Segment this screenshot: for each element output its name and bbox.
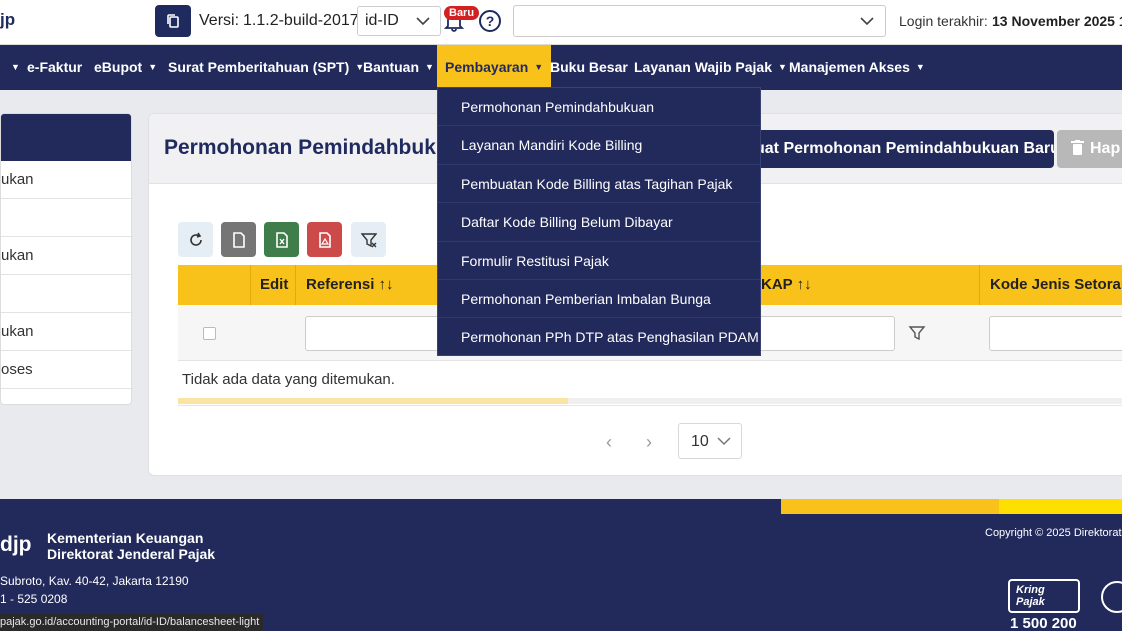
version-label: Versi: bbox=[199, 12, 240, 29]
delete-button[interactable]: Hap bbox=[1057, 130, 1122, 168]
col-edit: Edit bbox=[260, 276, 289, 293]
footer-phone: 1 - 525 0208 bbox=[0, 592, 68, 606]
top-bar: jp Versi: 1.1.2-build-2017 id-ID Baru ? … bbox=[0, 0, 1122, 45]
select-all-checkbox[interactable] bbox=[203, 327, 216, 340]
scrollbar-thumb[interactable] bbox=[178, 398, 568, 404]
clear-filter-button[interactable] bbox=[351, 222, 386, 257]
excel-icon bbox=[275, 231, 288, 248]
col-kap[interactable]: KAP ↑↓ bbox=[761, 265, 812, 305]
footer-accent-strip bbox=[999, 499, 1122, 514]
page-size-value: 10 bbox=[691, 433, 709, 450]
filter-clear-icon bbox=[360, 232, 377, 247]
menu-item-formulir-restitusi[interactable]: Formulir Restitusi Pajak bbox=[438, 242, 760, 280]
new-request-button[interactable]: uat Permohonan Pemindahbukuan Baru bbox=[754, 130, 1054, 168]
export-pdf-button[interactable] bbox=[307, 222, 342, 257]
copy-icon bbox=[167, 14, 179, 28]
refresh-icon bbox=[189, 232, 202, 246]
pembayaran-dropdown: Permohonan Pemindahbukuan Layanan Mandir… bbox=[437, 87, 761, 356]
pdf-icon bbox=[318, 231, 331, 248]
new-badge: Baru bbox=[444, 6, 480, 20]
footer: djp Kementerian Keuangan Direktorat Jend… bbox=[0, 499, 1122, 631]
footer-copyright: Copyright © 2025 Direktorat J bbox=[985, 527, 1122, 539]
language-value: id-ID bbox=[365, 12, 399, 29]
nav-ebupot[interactable]: eBupot ▼ bbox=[94, 45, 157, 90]
file-icon bbox=[232, 231, 245, 248]
sidebar-item[interactable]: ukan bbox=[1, 313, 131, 351]
page-title: Permohonan Pemindahbuku bbox=[164, 136, 449, 159]
last-login-value: 13 November 2025 14 bbox=[992, 13, 1122, 29]
column-separator bbox=[250, 265, 251, 305]
kring-pajak-number: 1 500 200 bbox=[1010, 615, 1077, 631]
language-select[interactable]: id-ID bbox=[357, 6, 441, 36]
horizontal-scrollbar[interactable] bbox=[178, 398, 1122, 404]
menu-item-imbalan-bunga[interactable]: Permohonan Pemberian Imbalan Bunga bbox=[438, 280, 760, 319]
sidebar-header bbox=[1, 114, 131, 161]
col-referensi[interactable]: Referensi ↑↓ bbox=[306, 265, 394, 305]
nav-caret-left[interactable]: ▼ bbox=[5, 45, 20, 90]
empty-message: Tidak ada data yang ditemukan. bbox=[182, 371, 395, 388]
help-icon[interactable]: ? bbox=[479, 10, 501, 32]
djp-logo: djp bbox=[0, 533, 32, 556]
org-name-line1: Kementerian Keuangan bbox=[47, 530, 204, 546]
ministry-seal-icon bbox=[1101, 581, 1122, 613]
version-value: 1.1.2-build-2017 bbox=[243, 12, 359, 29]
nav-manajemen-akses[interactable]: Manajemen Akses ▼ bbox=[789, 45, 925, 90]
menu-item-daftar-kode-billing[interactable]: Daftar Kode Billing Belum Dibayar bbox=[438, 203, 760, 242]
brand-logo[interactable]: jp bbox=[0, 10, 15, 30]
org-name-line2: Direktorat Jenderal Pajak bbox=[47, 546, 216, 562]
pagination: ‹ › 10 bbox=[178, 405, 1122, 475]
menu-item-layanan-mandiri-kode-billing[interactable]: Layanan Mandiri Kode Billing bbox=[438, 126, 760, 165]
nav-pembayaran[interactable]: Pembayaran ▼ bbox=[437, 45, 552, 90]
kode-jenis-filter-input[interactable] bbox=[989, 316, 1122, 351]
footer-accent-strip bbox=[781, 499, 999, 514]
column-separator bbox=[295, 265, 296, 305]
sidebar-item[interactable] bbox=[1, 199, 131, 237]
chevron-down-icon bbox=[860, 17, 874, 26]
nav-buku-besar[interactable]: Buku Besar bbox=[550, 45, 628, 90]
sidebar-item[interactable]: oses bbox=[1, 351, 131, 389]
page-size-select[interactable]: 10 bbox=[678, 423, 742, 459]
referensi-filter-input[interactable] bbox=[305, 316, 445, 351]
next-page-button[interactable]: › bbox=[646, 432, 652, 453]
trash-icon bbox=[1071, 140, 1084, 155]
filter-icon[interactable] bbox=[908, 324, 926, 342]
col-kode-jenis-setoran[interactable]: Kode Jenis Setoran bbox=[990, 265, 1122, 305]
sort-icon[interactable]: ↑↓ bbox=[797, 276, 812, 293]
main-nav: ▼ e-Faktur eBupot ▼ Surat Pemberitahuan (… bbox=[0, 45, 1122, 90]
sidebar-item[interactable]: ukan bbox=[1, 161, 131, 199]
nav-bantuan[interactable]: Bantuan ▼ bbox=[363, 45, 434, 90]
footer-address: Subroto, Kav. 40-42, Jakarta 12190 bbox=[0, 574, 189, 588]
chevron-down-icon bbox=[416, 17, 430, 26]
sort-icon[interactable]: ↑↓ bbox=[379, 276, 394, 293]
export-excel-button[interactable] bbox=[264, 222, 299, 257]
menu-item-permohonan-pemindahbukuan[interactable]: Permohonan Pemindahbukuan bbox=[438, 88, 760, 127]
prev-page-button[interactable]: ‹ bbox=[606, 432, 612, 453]
nav-efaktur[interactable]: e-Faktur bbox=[27, 45, 82, 90]
sidebar-item[interactable]: ukan bbox=[1, 237, 131, 275]
menu-item-pph-dtp-pdam[interactable]: Permohonan PPh DTP atas Penghasilan PDAM bbox=[438, 318, 760, 356]
refresh-button[interactable] bbox=[178, 222, 213, 257]
sidebar-item[interactable] bbox=[1, 275, 131, 313]
chevron-down-icon bbox=[717, 437, 731, 446]
status-bar-url: pajak.go.id/accounting-portal/id-ID/bala… bbox=[0, 614, 264, 631]
nav-spt[interactable]: Surat Pemberitahuan (SPT) ▼ bbox=[168, 45, 364, 90]
menu-item-pembuatan-kode-billing[interactable]: Pembuatan Kode Billing atas Tagihan Paja… bbox=[438, 165, 760, 204]
kap-filter-input[interactable] bbox=[758, 316, 895, 351]
sidebar-card: ukan ukan ukan oses bbox=[0, 113, 132, 405]
column-separator bbox=[979, 265, 980, 305]
copy-button[interactable] bbox=[155, 5, 191, 37]
export-file-button[interactable] bbox=[221, 222, 256, 257]
kring-pajak-logo: Kring Pajak bbox=[1008, 579, 1080, 613]
account-select[interactable] bbox=[513, 5, 886, 37]
last-login-label: Login terakhir: bbox=[899, 13, 988, 29]
nav-layanan-wajib-pajak[interactable]: Layanan Wajib Pajak ▼ bbox=[634, 45, 787, 90]
